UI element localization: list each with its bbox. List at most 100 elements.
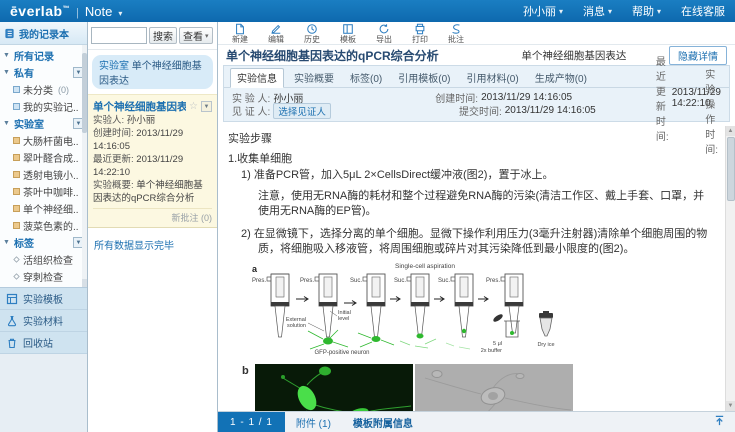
- panel-a-label: a: [252, 264, 258, 274]
- template-button[interactable]: 模板: [334, 23, 362, 44]
- topbar: ēverlab™ | Note ▾ 孙小丽▾ 消息▾ 帮助▾ 在线客服: [0, 0, 735, 22]
- notebook-item[interactable]: 我的实验记..(1): [0, 98, 87, 115]
- tab-cited-materials[interactable]: 引用材料(0): [460, 69, 524, 87]
- tag-label: 过渡金属配..: [23, 286, 79, 287]
- experiment-card-title[interactable]: 单个神经细胞基因表达..: [93, 99, 186, 114]
- dry-ice-tube: [539, 311, 553, 336]
- search-row: 搜索 查看▾: [88, 22, 217, 50]
- scrollbar-up-arrow[interactable]: ▲: [726, 126, 735, 136]
- tab-tags[interactable]: 标签(0): [344, 69, 388, 87]
- notebook-item[interactable]: 菠菜色素的..(1): [0, 217, 87, 234]
- edit-button[interactable]: 编辑: [262, 23, 290, 44]
- dic-image-1: [415, 364, 573, 411]
- lab-notebook-icon: [13, 154, 20, 161]
- tab-products[interactable]: 生成产物(0): [529, 69, 593, 87]
- my-notebooks-header[interactable]: 我的记录本: [0, 22, 87, 45]
- tab-cited-templates[interactable]: 引用模板(0): [392, 69, 456, 87]
- scrollbar-down-arrow[interactable]: [82, 279, 87, 287]
- filter-chip-row: 实验室 单个神经细胞基因表达: [88, 50, 217, 94]
- pipette-label: Suc.: [438, 278, 450, 284]
- tree-expand-icon[interactable]: ▼: [3, 120, 11, 127]
- tab-experiment-info[interactable]: 实验信息: [230, 68, 284, 88]
- arrow-icon: [434, 297, 444, 302]
- filter-chip[interactable]: 实验室 单个神经细胞基因表达: [92, 55, 213, 89]
- sidebar-item-templates[interactable]: 实验模板: [0, 288, 87, 310]
- notebook-item[interactable]: 茶叶中咖啡..(2): [0, 183, 87, 200]
- card-menu-button[interactable]: ▼: [201, 101, 212, 112]
- step-1-text: 1) 准备PCR管，加入5μL 2×CellsDirect缓冲液(图2)，置于冰…: [228, 168, 715, 183]
- tree-expand-icon[interactable]: ▼: [3, 239, 11, 246]
- tree-section-tags[interactable]: ▼ 标签 ▼: [0, 234, 87, 251]
- field-value: 孙小丽: [127, 115, 156, 126]
- messages-menu[interactable]: 消息▾: [583, 3, 612, 19]
- scrollbar-down-arrow[interactable]: ▼: [726, 401, 735, 411]
- lab-notebook-icon: [13, 171, 20, 178]
- arrow-icon: [344, 301, 356, 306]
- sidebar-item-recycle-bin[interactable]: 回收站: [0, 332, 87, 354]
- tree-expand-icon[interactable]: ▼: [3, 69, 11, 76]
- notebook-item[interactable]: 透射电镜小..(0): [0, 166, 87, 183]
- notebook-item-current[interactable]: 单个神经细..(1): [0, 200, 87, 217]
- notebook-item[interactable]: 大肠杆菌电..(5): [0, 132, 87, 149]
- search-input[interactable]: [91, 27, 147, 44]
- notebook-name: 单个神经细胞基因表达: [481, 48, 626, 63]
- tab-template-info[interactable]: 模板附属信息: [342, 415, 424, 430]
- new-label: 新建: [232, 36, 248, 44]
- experiment-card[interactable]: 单个神经细胞基因表达.. ☆ ▼ 实验人: 孙小丽 创建时间: 2013/11/…: [88, 94, 217, 228]
- scrollbar-thumb[interactable]: [727, 137, 735, 201]
- fluorescence-image: 10 μm: [255, 364, 413, 411]
- private-notebook-icon: [13, 86, 20, 93]
- tag-label: 活组织检查: [23, 252, 73, 267]
- page-indicator[interactable]: 1 - 1 / 1: [218, 412, 285, 432]
- tag-item[interactable]: 活组织检查: [0, 251, 87, 268]
- help-menu[interactable]: 帮助▾: [632, 3, 661, 19]
- back-to-top-button[interactable]: [714, 415, 725, 429]
- tab-attachments[interactable]: 附件 (1): [285, 415, 342, 430]
- view-button[interactable]: 查看▾: [179, 27, 213, 44]
- print-button[interactable]: 打印: [406, 23, 434, 44]
- tree-expand-icon[interactable]: ▼: [3, 52, 11, 59]
- section-label: 私有: [14, 65, 34, 80]
- tag-item[interactable]: 过渡金属配..: [0, 285, 87, 287]
- annotation-count[interactable]: 新批注 (0): [93, 208, 212, 225]
- buffer-label: 2x buffer: [481, 348, 502, 354]
- chevron-down-icon[interactable]: ▾: [118, 9, 122, 18]
- tree-section-private[interactable]: ▼ 私有 ▼: [0, 64, 87, 81]
- annotate-button[interactable]: 批注: [442, 23, 470, 44]
- my-notebooks-label: 我的记录本: [19, 26, 69, 41]
- detail-info: 实 验 人:孙小丽 创建时间:2013/11/29 14:16:05 最近更新时…: [224, 88, 729, 121]
- search-button[interactable]: 搜索: [149, 27, 177, 44]
- tab-summary[interactable]: 实验概要: [288, 69, 340, 87]
- content-scrollbar[interactable]: ▲ ▼: [725, 126, 735, 411]
- sidebar-scrollbar[interactable]: [82, 45, 87, 287]
- tree-all-records[interactable]: ▼ 所有记录: [0, 47, 87, 64]
- pipette-label: Pres.: [252, 278, 266, 284]
- sidebar-filler: [0, 354, 87, 432]
- notebook-label: 大肠杆菌电..: [23, 133, 79, 148]
- detail-info-box: 实验信息 实验概要 标签(0) 引用模板(0) 引用材料(0) 生成产物(0) …: [223, 65, 730, 122]
- notebook-item[interactable]: 未分类(0): [0, 81, 87, 98]
- tree-section-lab[interactable]: ▼ 实验室 ▼: [0, 115, 87, 132]
- templates-label: 实验模板: [23, 291, 63, 306]
- choose-witness-button[interactable]: 选择见证人: [273, 103, 331, 119]
- external-solution-label: solution: [287, 323, 306, 329]
- scrollbar-thumb[interactable]: [82, 53, 87, 133]
- arrow-icon: [478, 297, 488, 302]
- notebook-item[interactable]: 翠叶醛合成..(7): [0, 149, 87, 166]
- recycle-bin-label: 回收站: [23, 335, 53, 350]
- initial-level-label: level: [338, 316, 349, 322]
- new-button[interactable]: 新建: [226, 23, 254, 44]
- logo-area[interactable]: ēverlab™ | Note ▾: [10, 3, 122, 19]
- template-label: 模板: [340, 36, 356, 44]
- star-icon[interactable]: ☆: [189, 101, 198, 112]
- lab-notebook-icon: [13, 188, 20, 195]
- pipette-6: Pres.: [486, 274, 523, 337]
- export-button[interactable]: 导出: [370, 23, 398, 44]
- tag-item[interactable]: 穿刺检查: [0, 268, 87, 285]
- history-button[interactable]: 历史: [298, 23, 326, 44]
- online-service-link[interactable]: 在线客服: [681, 3, 725, 19]
- sidebar-item-materials[interactable]: 实验材料: [0, 310, 87, 332]
- user-menu[interactable]: 孙小丽▾: [523, 3, 563, 19]
- step-note-text: 注意，使用无RNA酶的耗材和整个过程避免RNA酶的污染(清洁工作区、戴上手套、口…: [228, 189, 715, 219]
- field-label: 实验人:: [93, 115, 124, 126]
